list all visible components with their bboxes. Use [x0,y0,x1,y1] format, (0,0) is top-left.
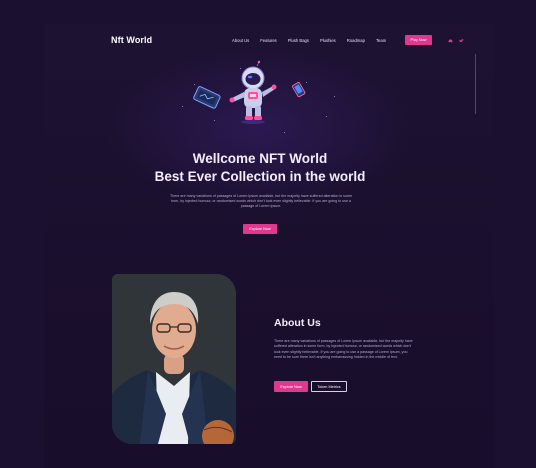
hero-explore-now-button[interactable]: Explore Now [243,224,277,234]
star [182,106,183,107]
hero-illustration [189,60,319,142]
portrait-image [112,274,236,444]
about-description: There are many variations of passages of… [274,339,413,360]
about-explore-now-button[interactable]: Explore Now [274,381,308,392]
twitter-icon[interactable] [458,38,464,43]
nav-item-features[interactable]: Features [260,38,277,43]
about-heading: About Us [274,317,321,329]
nav-item-roadmap[interactable]: Roadmap [347,38,365,43]
about-photo [112,274,236,444]
astronaut-illustration [193,60,306,124]
star [334,96,335,97]
phone-icon [292,82,306,98]
hero-title-line1: Wellcome NFT World [192,151,328,166]
hero-description: There are many variations of passages of… [170,194,352,209]
hero-title-line2: Best Ever Collection in the world [154,169,366,184]
tablet-icon [193,86,221,109]
nav-item-team[interactable]: Team [376,38,386,43]
play-now-button[interactable]: Play Now [405,35,432,45]
page: Nft World About Us Features Plush Bags P… [44,24,494,468]
nav-item-plushies[interactable]: Plushies [320,38,336,43]
nav-item-plush-bags[interactable]: Plush Bags [288,38,309,43]
top-navigation: Nft World About Us Features Plush Bags P… [44,24,494,114]
scrollbar[interactable] [475,54,476,114]
brand-logo[interactable]: Nft World [111,35,152,45]
star [326,116,327,117]
token-metrics-button[interactable]: Token Metrics [311,381,347,392]
discord-icon[interactable] [447,38,453,43]
nav-menu: About Us Features Plush Bags Plushies Ro… [232,38,386,43]
hero-heading: Wellcome NFT World Best Ever Collection … [44,150,476,186]
nav-item-about-us[interactable]: About Us [232,38,249,43]
